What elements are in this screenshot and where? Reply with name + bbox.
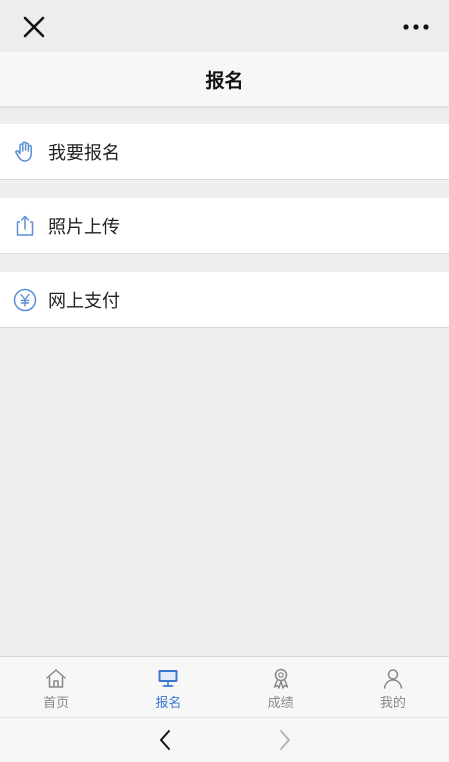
browser-nav-bar <box>0 717 449 762</box>
home-icon <box>46 669 66 688</box>
tab-mine[interactable]: 我的 <box>337 657 449 717</box>
tab-label: 首页 <box>43 696 70 711</box>
award-icon <box>273 668 288 689</box>
close-icon <box>23 16 45 38</box>
tab-scores[interactable]: 成绩 <box>225 657 337 717</box>
tab-bar: 首页 报名 成绩 我的 <box>0 656 449 717</box>
user-icon <box>383 669 403 689</box>
tab-home[interactable]: 首页 <box>0 657 112 717</box>
forward-button[interactable] <box>272 728 296 752</box>
tab-label: 我的 <box>379 696 406 711</box>
tab-label: 报名 <box>155 696 182 711</box>
menu-item-online-payment[interactable]: 网上支付 <box>0 272 449 328</box>
menu-item-label: 照片上传 <box>48 216 120 238</box>
menu-item-label: 网上支付 <box>48 290 120 312</box>
menu-item-label: 我要报名 <box>48 142 120 164</box>
menu-item-signup[interactable]: 我要报名 <box>0 124 449 180</box>
hand-icon <box>12 139 38 165</box>
more-dots-icon <box>403 24 429 30</box>
monitor-icon <box>158 670 178 687</box>
close-button[interactable] <box>20 13 48 41</box>
chevron-right-icon <box>280 730 290 750</box>
back-button[interactable] <box>154 728 178 752</box>
menu-item-photo-upload[interactable]: 照片上传 <box>0 198 449 254</box>
tab-signup[interactable]: 报名 <box>112 657 224 717</box>
more-button[interactable] <box>401 13 431 41</box>
tab-label: 成绩 <box>267 696 294 711</box>
upload-icon <box>12 213 38 239</box>
top-bar <box>0 0 449 52</box>
yuan-icon <box>12 287 38 313</box>
page-title: 报名 <box>0 52 449 106</box>
chevron-left-icon <box>160 730 170 750</box>
